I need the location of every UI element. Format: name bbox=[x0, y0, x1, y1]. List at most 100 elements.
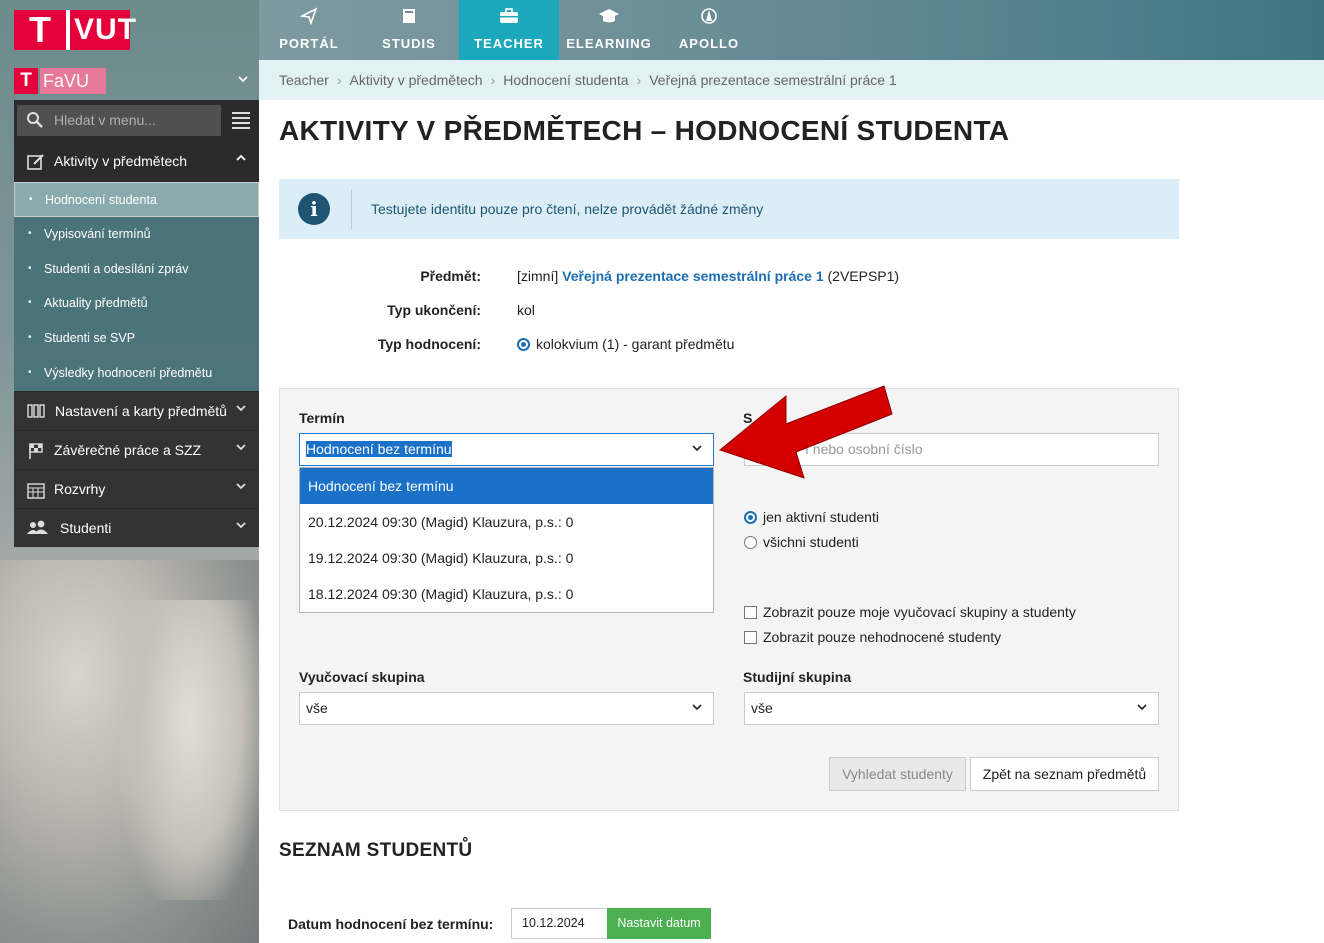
chevron-down-icon bbox=[237, 72, 249, 88]
subject-semester: [zimní] bbox=[517, 268, 559, 284]
breadcrumb: Teacher › Aktivity v předmětech › Hodnocení … bbox=[259, 60, 1324, 100]
date-input[interactable]: 10.12.2024 bbox=[511, 908, 608, 939]
sidebar-section-students[interactable]: Studenti bbox=[14, 507, 259, 547]
page-title: AKTIVITY V PŘEDMĚTECH – HODNOCENÍ STUDEN… bbox=[279, 115, 1010, 146]
red-arrow-annotation bbox=[700, 382, 900, 492]
radio-unselected-icon[interactable] bbox=[744, 536, 757, 549]
study-group-value: vše bbox=[751, 700, 773, 716]
sidebar-section-settings[interactable]: Nastavení a karty předmětů bbox=[14, 390, 259, 430]
users-icon bbox=[27, 520, 48, 538]
menu-search-input[interactable]: Hledat v menu... bbox=[17, 105, 221, 136]
teaching-group-value: vše bbox=[306, 700, 328, 716]
breadcrumb-item[interactable]: Hodnocení studenta bbox=[503, 72, 628, 88]
nav-studis[interactable]: STUDIS bbox=[359, 0, 459, 60]
evaluation-radio[interactable]: kolokvium (1) - garant předmětu bbox=[517, 336, 734, 352]
breadcrumb-item-current: Veřejná prezentace semestrální práce 1 bbox=[649, 72, 897, 88]
subject-code: (2VEPSP1) bbox=[827, 268, 900, 284]
nav-elearning-label: ELEARNING bbox=[566, 36, 652, 51]
graduation-cap-icon bbox=[559, 7, 659, 27]
term-dropdown-list: Hodnocení bez termínu 20.12.2024 09:30 (… bbox=[299, 467, 714, 613]
vut-logo[interactable]: T VUT bbox=[14, 9, 136, 50]
breadcrumb-separator: › bbox=[490, 72, 496, 88]
detail-value: [zimní] Veřejná prezentace semestrální p… bbox=[517, 268, 899, 284]
sidebar-item-vypisovani-terminu[interactable]: Vypisování termínů bbox=[14, 217, 259, 252]
faculty-selector[interactable]: T FaVU bbox=[14, 68, 259, 94]
chevron-up-icon bbox=[235, 152, 247, 167]
calendar-icon bbox=[27, 481, 45, 499]
search-icon bbox=[26, 111, 44, 129]
sidebar-section-activities[interactable]: Aktivity v předmětech bbox=[14, 141, 259, 182]
date-label: Datum hodnocení bez termínu: bbox=[288, 916, 494, 932]
subject-link[interactable]: Veřejná prezentace semestrální práce 1 bbox=[562, 268, 823, 284]
book-icon bbox=[359, 7, 459, 27]
radio-selected-icon[interactable] bbox=[744, 511, 757, 524]
sidebar-item-aktuality[interactable]: Aktuality předmětů bbox=[14, 286, 259, 321]
teaching-group-select[interactable]: vše bbox=[299, 692, 714, 725]
radio-selected-icon[interactable] bbox=[517, 338, 530, 351]
study-group-select[interactable]: vše bbox=[744, 692, 1159, 725]
menu-search-placeholder: Hledat v menu... bbox=[54, 112, 156, 128]
radio-active-students[interactable]: jen aktivní studenti bbox=[744, 509, 879, 525]
sidebar-section-theses-label: Závěrečné práce a SZZ bbox=[54, 441, 202, 458]
set-date-button[interactable]: Nastavit datum bbox=[607, 908, 711, 939]
term-label: Termín bbox=[299, 410, 345, 426]
nav-portal[interactable]: PORTÁL bbox=[259, 0, 359, 60]
logo-letter: T bbox=[29, 9, 51, 50]
breadcrumb-item[interactable]: Aktivity v předmětech bbox=[349, 72, 482, 88]
chevron-down-icon bbox=[235, 480, 247, 495]
menu-toggle-icon[interactable] bbox=[232, 112, 250, 129]
students-section-title: SEZNAM STUDENTŮ bbox=[279, 840, 473, 861]
sidebar-section-schedules[interactable]: Rozvrhy bbox=[14, 468, 259, 508]
sidebar-section-label: Aktivity v předmětech bbox=[54, 153, 188, 169]
sidebar-section-students-label: Studenti bbox=[60, 519, 112, 536]
nav-teacher[interactable]: TEACHER bbox=[459, 0, 559, 60]
sidebar: Hledat v menu... Aktivity v předmětech H… bbox=[14, 100, 259, 547]
briefcase-icon bbox=[459, 7, 559, 27]
checkbox-icon[interactable] bbox=[744, 606, 757, 619]
back-to-subjects-button[interactable]: Zpět na seznam předmětů bbox=[970, 757, 1159, 791]
detail-value: kol bbox=[517, 302, 535, 318]
term-option[interactable]: 18.12.2024 09:30 (Magid) Klauzura, p.s.:… bbox=[300, 576, 713, 612]
sidebar-section-settings-label: Nastavení a karty předmětů bbox=[55, 402, 227, 419]
menu-search-row: Hledat v menu... bbox=[14, 100, 259, 141]
nav-portal-label: PORTÁL bbox=[279, 36, 339, 51]
sidebar-item-studenti-zpravy[interactable]: Studenti a odesílání zpráv bbox=[14, 252, 259, 287]
term-option[interactable]: 20.12.2024 09:30 (Magid) Klauzura, p.s.:… bbox=[300, 504, 713, 540]
radio-all-students[interactable]: všichni studenti bbox=[744, 534, 859, 550]
chevron-down-icon bbox=[235, 402, 247, 417]
chevron-down-icon bbox=[1136, 693, 1148, 724]
nav-elearning[interactable]: ELEARNING bbox=[559, 0, 659, 60]
flag-icon bbox=[27, 442, 45, 460]
faculty-name: FaVU bbox=[40, 68, 106, 94]
evaluation-radio-label: kolokvium (1) - garant předmětu bbox=[536, 336, 735, 352]
nav-apollo-label: APOLLO bbox=[678, 36, 740, 51]
info-alert: i Testujete identitu pouze pro čtení, ne… bbox=[279, 179, 1179, 239]
sidebar-item-hodnoceni-studenta[interactable]: Hodnocení studenta bbox=[14, 182, 259, 218]
nav-studis-label: STUDIS bbox=[382, 36, 436, 51]
chevron-down-icon bbox=[691, 693, 703, 724]
radio-label: všichni studenti bbox=[763, 534, 859, 550]
search-students-button[interactable]: Vyhledat studenty bbox=[829, 757, 966, 791]
breadcrumb-item[interactable]: Teacher bbox=[279, 72, 329, 88]
sidebar-item-vysledky[interactable]: Výsledky hodnocení předmětu bbox=[14, 356, 259, 391]
nav-apollo[interactable]: APOLLO bbox=[659, 0, 759, 60]
detail-label: Předmět: bbox=[420, 268, 481, 284]
term-option[interactable]: 19.12.2024 09:30 (Magid) Klauzura, p.s.:… bbox=[300, 540, 713, 576]
detail-label: Typ hodnocení: bbox=[377, 336, 481, 352]
sidebar-item-studenti-svp[interactable]: Studenti se SVP bbox=[14, 321, 259, 356]
chevron-down-icon bbox=[235, 441, 247, 456]
checkbox-my-groups[interactable]: Zobrazit pouze moje vyučovací skupiny a … bbox=[744, 604, 1076, 620]
term-select[interactable]: Hodnocení bez termínu bbox=[299, 433, 714, 466]
info-divider bbox=[351, 189, 352, 229]
checkbox-icon[interactable] bbox=[744, 631, 757, 644]
term-option[interactable]: Hodnocení bez termínu bbox=[300, 468, 713, 504]
checkbox-unrated[interactable]: Zobrazit pouze nehodnocené studenty bbox=[744, 629, 1001, 645]
sidebar-section-theses[interactable]: Závěrečné práce a SZZ bbox=[14, 429, 259, 469]
sidebar-submenu: Hodnocení studenta Vypisování termínů St… bbox=[14, 182, 259, 391]
background-sculpture-highlight bbox=[120, 600, 260, 900]
edit-icon bbox=[27, 153, 45, 171]
checkbox-label: Zobrazit pouze moje vyučovací skupiny a … bbox=[763, 604, 1076, 620]
checkbox-label: Zobrazit pouze nehodnocené studenty bbox=[763, 629, 1002, 645]
paper-plane-icon bbox=[259, 7, 359, 27]
apollo-icon bbox=[659, 7, 759, 27]
